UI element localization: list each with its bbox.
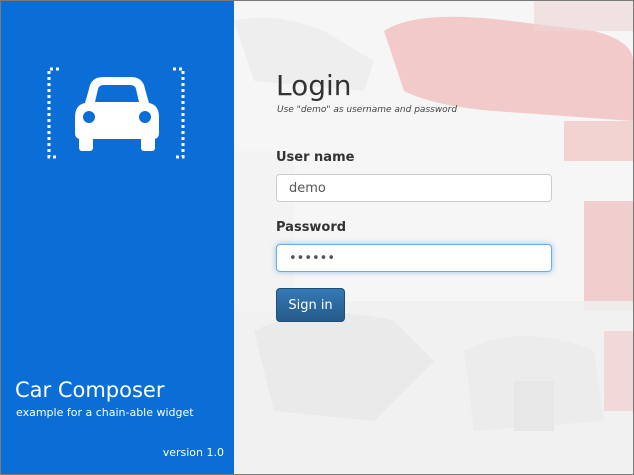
app-window: Car Composer example for a chain-able wi…	[0, 0, 634, 475]
sign-in-button[interactable]: Sign in	[276, 288, 345, 322]
username-label: User name	[276, 150, 355, 165]
password-input[interactable]	[276, 244, 552, 272]
login-panel: Login Use "demo" as username and passwor…	[234, 1, 633, 474]
app-subtitle: example for a chain-able widget	[16, 406, 194, 419]
car-logo-icon	[47, 67, 185, 159]
login-title: Login	[276, 69, 352, 102]
app-title: Car Composer	[15, 378, 165, 402]
login-hint: Use "demo" as username and password	[277, 105, 458, 115]
password-label: Password	[276, 220, 347, 235]
version-label: version 1.0	[162, 446, 224, 459]
brand-panel: Car Composer example for a chain-able wi…	[1, 1, 234, 474]
username-input[interactable]	[276, 174, 552, 202]
